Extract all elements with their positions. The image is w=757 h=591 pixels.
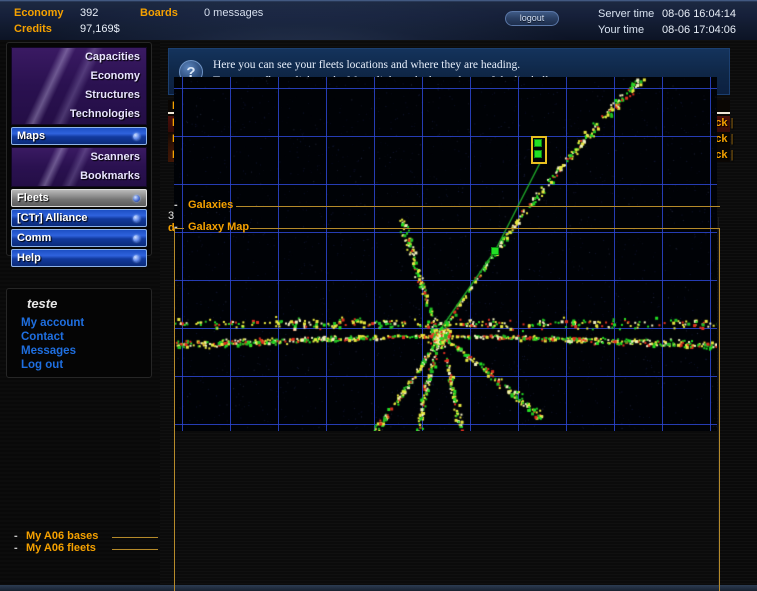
- collapse-toggle-icon[interactable]: -: [174, 221, 184, 233]
- menu-group-maps: Scanners Bookmarks: [11, 147, 147, 187]
- sidebar-item-comm[interactable]: Comm: [11, 229, 147, 247]
- logout-button[interactable]: logout: [505, 11, 559, 26]
- bottom-strip: [0, 585, 757, 591]
- fleet-marker[interactable]: [491, 247, 499, 255]
- user-link-log-out[interactable]: Log out: [21, 359, 63, 371]
- user-link-messages[interactable]: Messages: [21, 345, 76, 357]
- sidebar-item-capacities[interactable]: Capacities: [12, 48, 146, 67]
- galaxy-objects-layer[interactable]: [174, 77, 717, 431]
- section-rule-galaxy-map: [250, 228, 720, 229]
- sidebar-item-maps[interactable]: Maps: [11, 127, 147, 145]
- user-link-my-account[interactable]: My account: [21, 317, 84, 329]
- server-time-label: Server time: [598, 8, 655, 20]
- sidebar-item-fleets[interactable]: Fleets: [11, 189, 147, 207]
- credits-value: 97,169$: [80, 23, 120, 35]
- legend-label-fleets: My A06 fleets: [26, 542, 96, 554]
- boards-link[interactable]: Boards: [140, 7, 178, 20]
- galaxy-map-viewport[interactable]: [174, 77, 717, 431]
- your-time-label: Your time: [598, 24, 645, 36]
- section-label-galaxies: Galaxies: [188, 199, 234, 211]
- legend-label-bases: My A06 bases: [26, 530, 99, 542]
- navigation-menu: Capacities Economy Structures Technologi…: [6, 42, 152, 267]
- section-border-galaxy-map: [174, 228, 175, 591]
- user-panel: teste My account Contact Messages Log ou…: [6, 288, 152, 378]
- economy-value: 392: [80, 7, 99, 19]
- sidebar-item-bookmarks[interactable]: Bookmarks: [12, 167, 146, 186]
- sidebar-item-alliance[interactable]: [CTr] Alliance: [11, 209, 147, 227]
- selected-marker-highlight: [531, 136, 547, 164]
- legend-rule-bases: [112, 537, 158, 538]
- menu-group-economy: Capacities Economy Structures Technologi…: [11, 47, 147, 125]
- sidebar-item-scanners[interactable]: Scanners: [12, 148, 146, 167]
- economy-label: Economy: [14, 7, 64, 19]
- sidebar-item-economy[interactable]: Economy: [12, 67, 146, 86]
- collapse-toggle-icon[interactable]: -: [174, 199, 184, 211]
- sidebar-item-structures[interactable]: Structures: [12, 86, 146, 105]
- legend-section-fleets[interactable]: - My A06 fleets: [14, 542, 99, 555]
- left-sidebar: Capacities Economy Structures Technologi…: [0, 40, 160, 591]
- server-time-value: 08-06 16:04:14: [662, 8, 737, 20]
- section-header-galaxies[interactable]: - Galaxies: [174, 199, 237, 211]
- collapse-toggle-icon[interactable]: -: [14, 542, 23, 554]
- messages-count[interactable]: 0 messages: [204, 7, 263, 20]
- sidebar-item-help[interactable]: Help: [11, 249, 147, 267]
- help-text-line-1: Here you can see your fleets locations a…: [213, 59, 521, 71]
- user-link-contact[interactable]: Contact: [21, 331, 64, 343]
- map-legend-sections: - My A06 bases - My A06 fleets: [8, 530, 158, 580]
- top-status-bar: Economy 392 Credits 97,169$ Boards 0 mes…: [0, 0, 757, 40]
- main-content: ? Here you can see your fleets locations…: [160, 40, 757, 591]
- sidebar-item-technologies[interactable]: Technologies: [12, 105, 146, 124]
- legend-rule-fleets: [112, 549, 158, 550]
- your-time-value: 08-06 17:04:06: [662, 24, 737, 36]
- section-header-galaxy-map[interactable]: - Galaxy Map: [174, 221, 253, 233]
- credits-label: Credits: [14, 23, 52, 35]
- map-side-pane: [718, 217, 757, 591]
- section-label-galaxy-map: Galaxy Map: [188, 221, 250, 233]
- section-border-galaxy-map-right: [719, 228, 720, 591]
- user-name: teste: [27, 296, 58, 311]
- game-page: Economy 392 Credits 97,169$ Boards 0 mes…: [0, 0, 757, 591]
- collapse-toggle-icon[interactable]: -: [14, 530, 23, 542]
- section-rule-galaxies: [236, 206, 720, 207]
